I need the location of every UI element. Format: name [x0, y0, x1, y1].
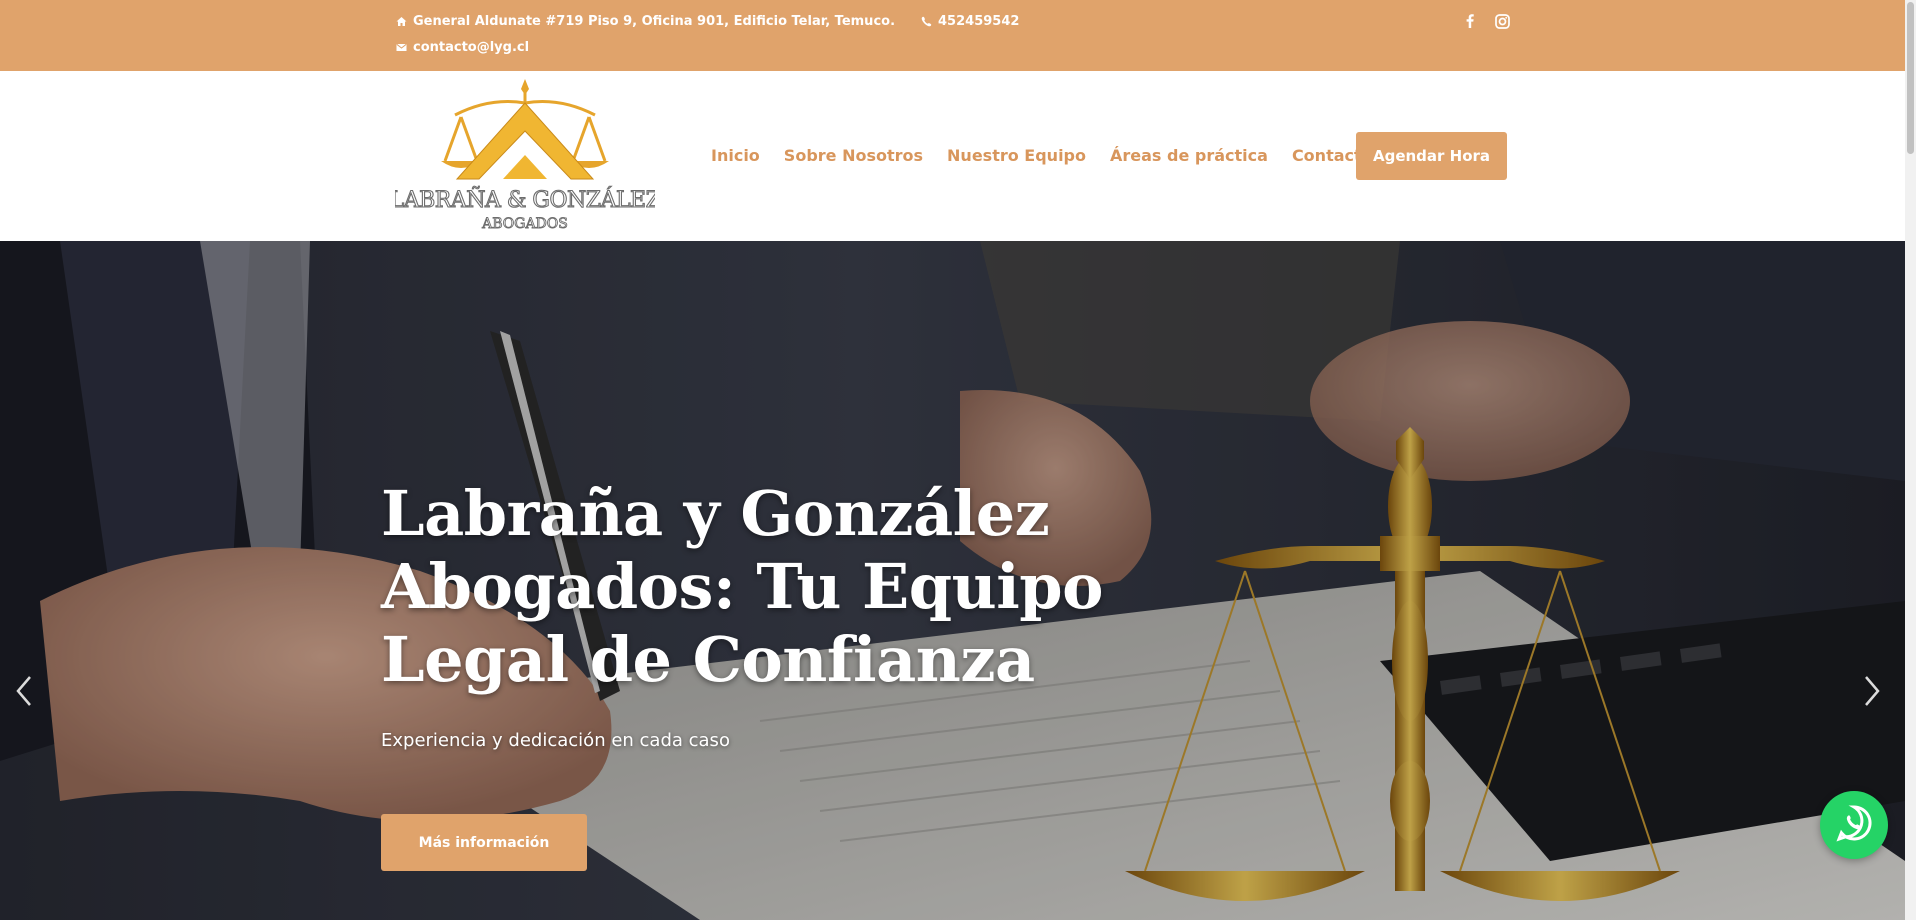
svg-text:ABOGADOS: ABOGADOS — [481, 216, 568, 232]
whatsapp-icon — [1834, 803, 1874, 847]
chevron-right-icon[interactable] — [1858, 671, 1886, 711]
page-scrollbar[interactable] — [1905, 0, 1916, 920]
top-info-bar: General Aldunate #719 Piso 9, Oficina 90… — [0, 0, 1905, 71]
instagram-icon[interactable] — [1494, 13, 1510, 29]
address-text: General Aldunate #719 Piso 9, Oficina 90… — [413, 14, 896, 29]
site-header: LABRAÑA & GONZÁLEZ ABOGADOS Inicio Sobre… — [0, 71, 1905, 241]
facebook-icon[interactable] — [1462, 13, 1478, 29]
social-links — [1462, 13, 1510, 29]
whatsapp-button[interactable] — [1820, 791, 1888, 859]
nav-item-sobre-nosotros[interactable]: Sobre Nosotros — [784, 146, 923, 165]
mas-informacion-button[interactable]: Más información — [381, 814, 587, 871]
email-link[interactable]: contacto@lyg.cl — [413, 40, 529, 55]
nav-item-inicio[interactable]: Inicio — [711, 146, 760, 165]
scrollbar-thumb[interactable] — [1907, 2, 1914, 154]
nav-item-nuestro-equipo[interactable]: Nuestro Equipo — [947, 146, 1086, 165]
svg-text:LABRAÑA & GONZÁLEZ: LABRAÑA & GONZÁLEZ — [395, 185, 655, 213]
chevron-left-icon[interactable] — [10, 671, 38, 711]
phone-text[interactable]: 452459542 — [938, 14, 1019, 29]
email-row: contacto@lyg.cl — [396, 40, 529, 55]
mail-icon — [396, 42, 407, 53]
hero-slider: Labraña y González Abogados: Tu Equipo L… — [0, 241, 1905, 920]
agendar-hora-button[interactable]: Agendar Hora — [1356, 132, 1507, 180]
contact-info-row: General Aldunate #719 Piso 9, Oficina 90… — [396, 14, 1019, 29]
nav-item-areas-de-practica[interactable]: Áreas de práctica — [1110, 146, 1268, 165]
hero-title: Labraña y González Abogados: Tu Equipo L… — [381, 477, 1103, 696]
main-nav: Inicio Sobre Nosotros Nuestro Equipo Áre… — [711, 146, 1397, 165]
phone-icon — [921, 16, 932, 27]
home-icon — [396, 16, 407, 27]
site-logo[interactable]: LABRAÑA & GONZÁLEZ ABOGADOS — [389, 75, 662, 235]
hero-subtitle: Experiencia y dedicación en cada caso — [381, 730, 730, 751]
